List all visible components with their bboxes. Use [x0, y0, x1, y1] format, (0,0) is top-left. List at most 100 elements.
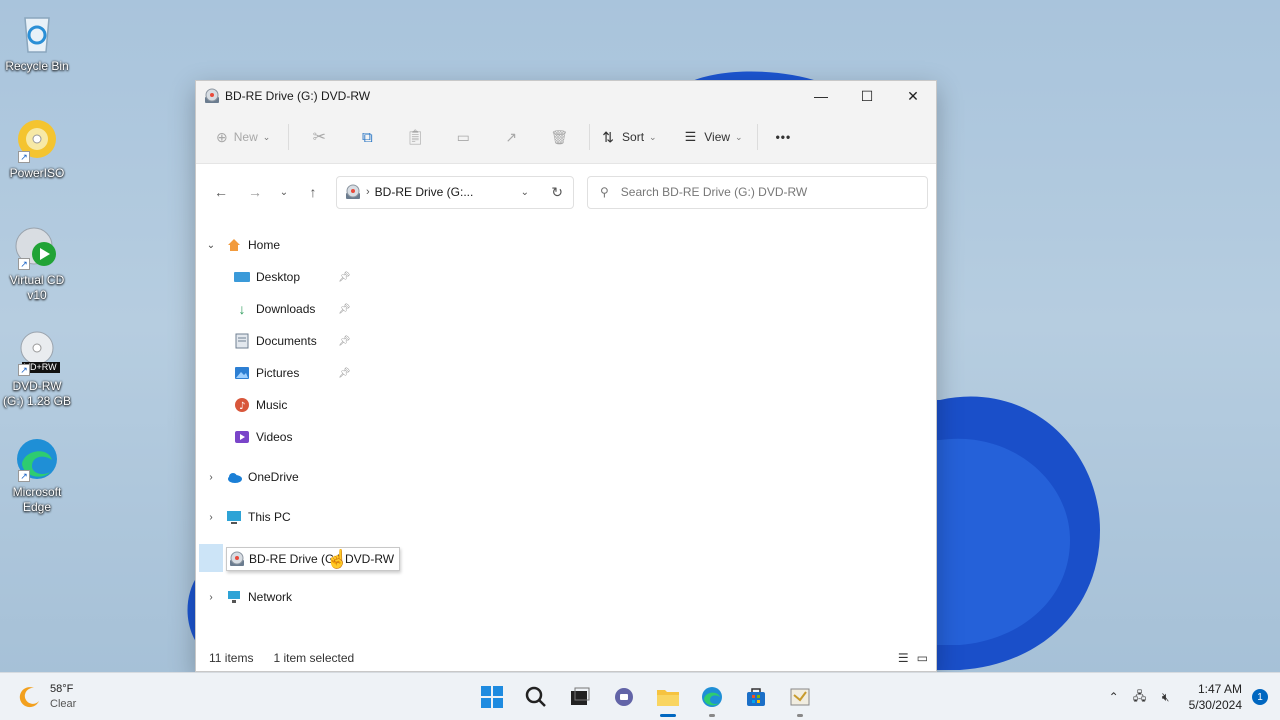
running-indicator	[660, 714, 676, 717]
tiles-view-icon[interactable]: ▭	[917, 651, 928, 665]
tree-item-label: Desktop	[256, 270, 301, 284]
tree-item-downloads[interactable]: ↓ Downloads 📌︎	[234, 296, 351, 322]
pin-icon[interactable]: 📌︎	[338, 336, 351, 347]
expand-chevron-down-icon[interactable]: ⌄	[205, 240, 217, 251]
shortcut-arrow-icon: ↗	[18, 258, 30, 270]
clock-time: 1:47 AM	[1197, 682, 1242, 696]
dvd-drive-icon: VD+RW ↗	[14, 330, 60, 376]
videos-icon	[234, 429, 250, 445]
tree-item-label: OneDrive	[248, 470, 299, 484]
network-icon	[226, 589, 242, 605]
tree-item-drive-tooltip[interactable]: BD-RE Drive (G:) DVD-RW	[226, 547, 401, 571]
search-input[interactable]: ⚲ Search BD-RE Drive (G:) DVD-RW	[587, 175, 928, 209]
item-count: 11 items	[209, 651, 254, 665]
moon-icon	[19, 687, 39, 708]
shortcut-arrow-icon: ↗	[18, 151, 30, 163]
tree-item-pictures[interactable]: Pictures 📌︎	[234, 360, 351, 386]
tree-item-label: Music	[256, 398, 288, 412]
desktop-folder-icon	[234, 269, 250, 285]
chevron-down-icon: ⌄	[649, 131, 657, 142]
cloud-icon	[226, 469, 242, 485]
edge-taskbar-button[interactable]	[690, 679, 734, 717]
chat-icon	[615, 688, 633, 706]
search-button[interactable]	[514, 679, 558, 715]
refresh-icon[interactable]: ↻	[551, 184, 563, 201]
paste-button[interactable]: 📋︎	[391, 121, 439, 153]
address-dropdown-chevron-icon[interactable]: ⌄	[521, 187, 529, 198]
file-explorer-window: BD-RE Drive (G:) DVD-RW — ☐ ✕ ⊕ New ⌄ ✂ …	[195, 80, 937, 672]
weather-widget[interactable]: 58°F Clear	[18, 682, 76, 712]
desktop-icon-recycle-bin[interactable]: Recycle Bin	[2, 10, 72, 74]
network-status-icon[interactable]: 🖧︎	[1127, 687, 1153, 708]
copy-button[interactable]: ⧉	[343, 121, 391, 153]
expand-chevron-right-icon[interactable]: ›	[205, 472, 217, 483]
rename-icon: ▭	[456, 128, 470, 145]
minimize-button[interactable]: —	[798, 81, 844, 111]
pin-icon[interactable]: 📌︎	[338, 272, 351, 283]
task-view-button[interactable]	[558, 679, 602, 715]
tree-item-home[interactable]: ⌄ Home	[196, 232, 280, 258]
delete-button[interactable]: 🗑︎	[535, 121, 583, 153]
scissors-icon: ✂	[312, 129, 326, 146]
shortcut-arrow-icon: ↗	[18, 470, 30, 482]
address-bar[interactable]: › BD-RE Drive (G:... ⌄ ↻	[336, 175, 574, 209]
view-button-label: View	[704, 130, 731, 144]
desktop-icon-label: Microsoft Edge	[12, 485, 62, 514]
recent-locations-button[interactable]: ⌄	[272, 177, 296, 207]
tree-item-documents[interactable]: Documents 📌︎	[234, 328, 351, 354]
cut-button[interactable]: ✂	[295, 121, 343, 153]
desktop-icon-dvd-drive[interactable]: VD+RW ↗ DVD-RW (G:) 1.28 GB	[2, 330, 72, 409]
pin-icon[interactable]: 📌︎	[338, 368, 351, 379]
tree-item-desktop[interactable]: Desktop 📌︎	[234, 264, 351, 290]
more-options-button[interactable]: •••	[776, 130, 792, 144]
up-button[interactable]: ↑	[296, 177, 330, 207]
start-button[interactable]	[470, 679, 514, 715]
desktop-icon-virtual-cd[interactable]: ↗ Virtual CD v10	[2, 224, 72, 303]
tree-item-drive-selected[interactable]	[199, 544, 223, 572]
pin-icon[interactable]: 📌︎	[338, 304, 351, 315]
show-hidden-icons-chevron-icon[interactable]: ⌃	[1101, 690, 1127, 704]
forward-button[interactable]: →	[238, 177, 272, 207]
desktop-icon-poweriso[interactable]: ↗ PowerISO	[2, 117, 72, 181]
volume-muted-icon[interactable]: 🔇︎	[1153, 690, 1179, 705]
teams-chat-button[interactable]	[602, 679, 646, 715]
desktop-icon-label: PowerISO	[9, 166, 65, 180]
app-taskbar-button[interactable]	[778, 679, 822, 717]
tree-item-videos[interactable]: Videos	[234, 424, 292, 450]
pictures-icon	[234, 365, 250, 381]
back-button[interactable]: ←	[204, 177, 238, 207]
chevron-down-icon: ⌄	[735, 131, 743, 142]
rename-button[interactable]: ▭	[439, 121, 487, 153]
selection-count: 1 item selected	[273, 651, 355, 665]
tree-item-music[interactable]: ♪ Music	[234, 392, 287, 418]
desktop-icon-edge[interactable]: ↗ Microsoft Edge	[2, 436, 72, 515]
expand-chevron-right-icon[interactable]: ›	[205, 592, 217, 603]
clipboard-icon: 📋︎	[405, 129, 425, 146]
sort-button[interactable]: ⇅ Sort ⌄	[602, 129, 656, 146]
new-button[interactable]: ⊕ New ⌄	[216, 129, 270, 146]
tree-item-this-pc[interactable]: › This PC	[196, 504, 291, 530]
store-taskbar-button[interactable]	[734, 679, 778, 715]
file-explorer-taskbar-button[interactable]	[646, 679, 690, 717]
more-dots-icon: •••	[775, 130, 792, 144]
tree-item-label: Network	[248, 590, 293, 604]
clock[interactable]: 1:47 AM 5/30/2024	[1189, 681, 1242, 713]
share-icon: ↗	[505, 128, 518, 145]
home-icon	[226, 237, 242, 253]
maximize-button[interactable]: ☐	[844, 81, 890, 111]
divider	[756, 124, 758, 150]
tree-item-onedrive[interactable]: › OneDrive	[196, 464, 299, 490]
windows-logo-icon	[481, 686, 503, 708]
breadcrumb-current[interactable]: BD-RE Drive (G:...	[375, 185, 474, 199]
tree-item-network[interactable]: › Network	[196, 584, 292, 610]
close-button[interactable]: ✕	[890, 81, 936, 111]
computer-icon	[226, 509, 242, 525]
details-view-icon[interactable]: ☰	[898, 651, 909, 665]
notification-badge[interactable]: 1	[1252, 689, 1268, 705]
desktop-icon-label: Virtual CD v10	[9, 273, 65, 302]
expand-chevron-right-icon[interactable]: ›	[205, 512, 217, 523]
view-button[interactable]: ☰ View ⌄	[685, 129, 743, 145]
notepad-app-icon	[790, 688, 810, 706]
share-button[interactable]: ↗	[487, 121, 535, 153]
title-bar[interactable]: BD-RE Drive (G:) DVD-RW — ☐ ✕	[196, 81, 936, 111]
